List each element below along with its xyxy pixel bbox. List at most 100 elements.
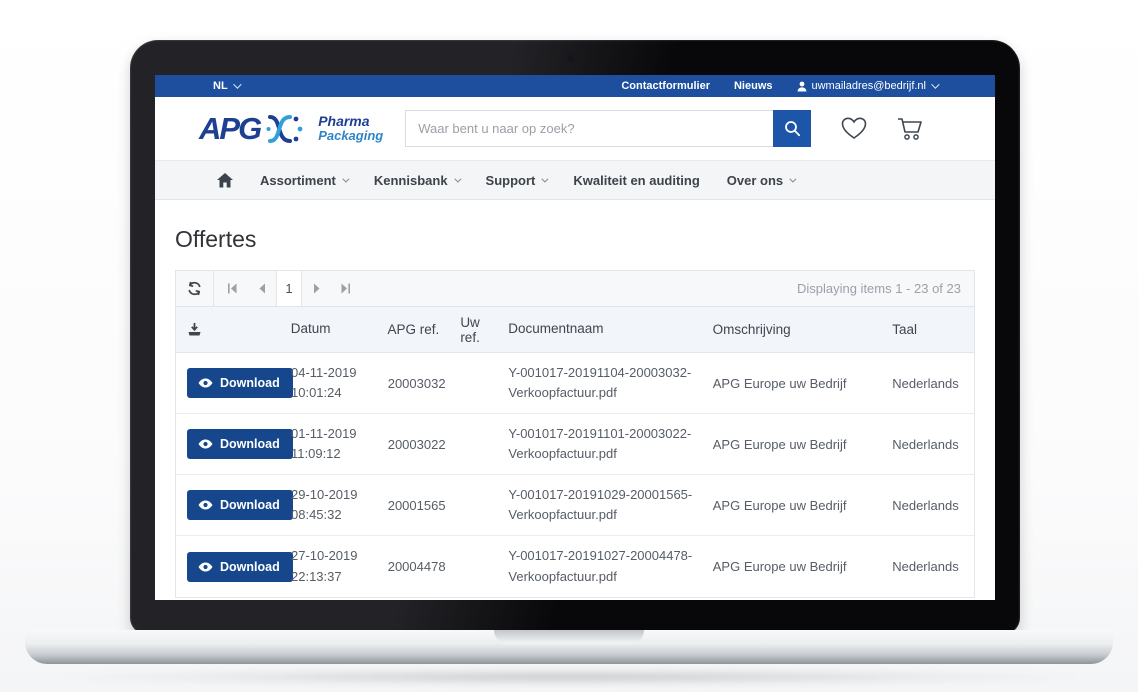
language-label: NL <box>213 80 228 92</box>
download-button[interactable]: Download <box>187 552 293 582</box>
cell-apg-ref: 20003032 <box>388 376 461 391</box>
chevron-down-icon <box>790 175 797 182</box>
logo-apg-text: APG <box>199 111 260 147</box>
chevron-down-icon <box>931 80 939 88</box>
download-button[interactable]: Download <box>187 490 293 520</box>
webcam-dot <box>567 55 574 62</box>
cell-apg-ref: 20004478 <box>388 559 461 574</box>
download-button[interactable]: Download <box>187 368 293 398</box>
search-box <box>405 110 811 147</box>
nav-item-kwaliteit-en-auditing[interactable]: Kwaliteit en auditing <box>573 173 699 188</box>
table-row: Download 04-11-201910:01:24 20003032 Y-0… <box>176 353 974 414</box>
column-header-download <box>176 323 291 337</box>
user-menu[interactable]: uwmailadres@bedrijf.nl <box>797 80 938 92</box>
cell-apg-ref: 20001565 <box>388 498 461 513</box>
chevron-down-icon <box>542 175 549 182</box>
column-header-documentnaam: Documentnaam <box>508 319 712 340</box>
news-link[interactable]: Nieuws <box>734 80 773 92</box>
chevron-down-icon <box>342 175 349 182</box>
cell-documentnaam: Y-001017-20191029-20001565-Verkoopfactuu… <box>508 485 712 525</box>
table-header-row: Datum APG ref. Uw ref. Documentnaam Omsc… <box>176 307 974 353</box>
nav-label: Support <box>486 173 536 188</box>
search-input[interactable] <box>405 110 773 147</box>
download-button-label: Download <box>220 498 280 512</box>
download-all-icon <box>187 323 283 337</box>
cart-icon[interactable] <box>897 117 923 141</box>
nav-item-support[interactable]: Support <box>486 173 547 188</box>
cell-taal: Nederlands <box>892 559 974 574</box>
table-row: Download 01-11-201911:09:12 20003022 Y-0… <box>176 414 974 475</box>
browser-viewport: NL Contactformulier Nieuws uwmailadres@b… <box>155 75 995 600</box>
page-title: Offertes <box>175 226 975 253</box>
download-button-label: Download <box>220 560 280 574</box>
nav-item-assortiment[interactable]: Assortiment <box>260 173 347 188</box>
grid-toolbar: 1 Displaying items 1 - 23 of 23 <box>176 271 974 307</box>
first-page-icon <box>227 283 238 294</box>
nav-home[interactable] <box>217 173 233 188</box>
language-selector[interactable]: NL <box>213 80 239 92</box>
cell-datum: 01-11-201911:09:12 <box>291 424 388 464</box>
search-icon <box>784 120 801 137</box>
eye-icon <box>198 378 213 388</box>
nav-label: Assortiment <box>260 173 336 188</box>
laptop-mockup: NL Contactformulier Nieuws uwmailadres@b… <box>0 0 1138 692</box>
laptop-base-notch <box>494 630 644 645</box>
laptop-reflection <box>60 668 1078 686</box>
site-header: APG Pharma Packaging <box>155 97 995 160</box>
brand-logo[interactable]: APG Pharma Packaging <box>199 111 383 147</box>
nav-label: Kwaliteit en auditing <box>573 173 699 188</box>
eye-icon <box>198 562 213 572</box>
current-page-button[interactable]: 1 <box>276 271 302 306</box>
next-page-button[interactable] <box>302 271 331 306</box>
table-row: Download 29-10-201908:45:32 20001565 Y-0… <box>176 475 974 536</box>
cell-datum: 04-11-201910:01:24 <box>291 363 388 403</box>
cell-apg-ref: 20003022 <box>388 437 461 452</box>
main-navigation: Assortiment Kennisbank Support Kwaliteit… <box>155 160 995 200</box>
chevron-down-icon <box>233 80 241 88</box>
column-header-omschrijving: Omschrijving <box>713 322 893 337</box>
cell-omschrijving: APG Europe uw Bedrijf <box>713 376 892 391</box>
last-page-icon <box>340 283 351 294</box>
pager-status: Displaying items 1 - 23 of 23 <box>360 271 974 306</box>
cell-taal: Nederlands <box>892 498 974 513</box>
previous-page-button[interactable] <box>247 271 276 306</box>
search-button[interactable] <box>773 110 811 147</box>
table-row: Download 27-10-201922:13:37 20004478 Y-0… <box>176 536 974 597</box>
refresh-icon <box>187 281 202 296</box>
logo-pharma-text: Pharma <box>318 114 383 129</box>
dna-helix-icon <box>266 113 312 145</box>
pager: 1 <box>218 271 360 306</box>
cell-omschrijving: APG Europe uw Bedrijf <box>713 498 892 513</box>
nav-item-over-ons[interactable]: Over ons <box>727 173 794 188</box>
nav-label: Kennisbank <box>374 173 448 188</box>
column-header-datum: Datum <box>291 319 388 340</box>
cell-taal: Nederlands <box>892 437 974 452</box>
download-button-label: Download <box>220 376 280 390</box>
download-button-label: Download <box>220 437 280 451</box>
main-content: Offertes <box>155 200 995 598</box>
cell-omschrijving: APG Europe uw Bedrijf <box>713 559 892 574</box>
cell-omschrijving: APG Europe uw Bedrijf <box>713 437 892 452</box>
wishlist-heart-icon[interactable] <box>841 117 867 140</box>
cell-datum: 27-10-201922:13:37 <box>291 546 388 586</box>
contact-link[interactable]: Contactformulier <box>621 80 710 92</box>
cell-taal: Nederlands <box>892 376 974 391</box>
eye-icon <box>198 439 213 449</box>
last-page-button[interactable] <box>331 271 360 306</box>
cell-documentnaam: Y-001017-20191104-20003032-Verkoopfactuu… <box>508 363 712 403</box>
user-icon <box>797 81 807 92</box>
documents-grid: 1 Displaying items 1 - 23 of 23 <box>175 270 975 598</box>
eye-icon <box>198 500 213 510</box>
logo-packaging-text: Packaging <box>318 129 383 143</box>
cell-documentnaam: Y-001017-20191101-20003022-Verkoopfactuu… <box>508 424 712 464</box>
first-page-button[interactable] <box>218 271 247 306</box>
user-email: uwmailadres@bedrijf.nl <box>812 80 927 92</box>
refresh-button[interactable] <box>176 271 214 306</box>
download-button[interactable]: Download <box>187 429 293 459</box>
top-utility-bar: NL Contactformulier Nieuws uwmailadres@b… <box>155 75 995 97</box>
column-header-apg-ref: APG ref. <box>387 322 460 337</box>
nav-label: Over ons <box>727 173 783 188</box>
nav-item-kennisbank[interactable]: Kennisbank <box>374 173 459 188</box>
previous-page-icon <box>258 283 266 294</box>
cell-documentnaam: Y-001017-20191027-20004478-Verkoopfactuu… <box>508 546 712 586</box>
